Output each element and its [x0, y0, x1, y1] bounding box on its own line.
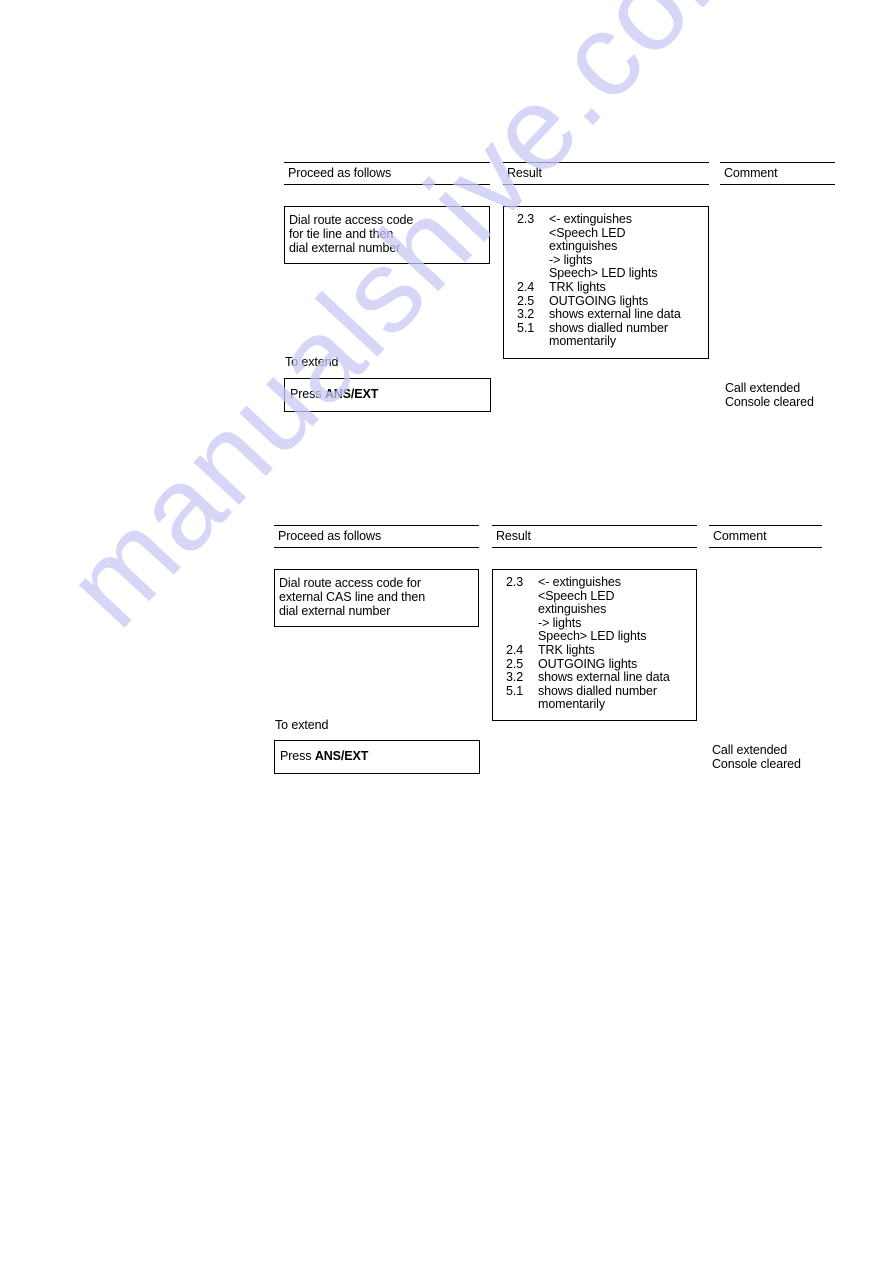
result-text: Speech> LED lights: [549, 266, 658, 281]
result-text: extinguishes: [549, 239, 618, 254]
comment-line: Call extended: [712, 743, 788, 757]
result-row: 2.4 TRK lights: [517, 279, 708, 295]
comment-line: Call extended: [725, 381, 801, 395]
result-text: shows external line data: [538, 670, 670, 685]
column-header-label: Result: [507, 166, 542, 180]
result-row: -> lights: [517, 252, 708, 268]
result-text: shows external line data: [549, 307, 681, 322]
result-row: 2.5 OUTGOING lights: [506, 656, 696, 672]
result-step-number: [517, 240, 549, 254]
column-header-label: Comment: [713, 529, 767, 543]
result-row: 2.5 OUTGOING lights: [517, 293, 708, 309]
result-step-number: [506, 603, 538, 617]
result-row: -> lights: [506, 615, 696, 631]
column-header-proceed: Proceed as follows: [274, 525, 479, 548]
result-step-number: [506, 630, 538, 644]
instruction-box: Dial route access code for tie line and …: [284, 206, 490, 264]
result-text: momentarily: [538, 697, 605, 712]
result-step-number: [517, 267, 549, 281]
result-text: Speech> LED lights: [538, 629, 647, 644]
result-step-number: 2.4: [517, 279, 535, 294]
result-row: extinguishes: [517, 240, 708, 254]
comment-text: Call extended Console cleared: [712, 743, 801, 771]
press-ans-ext-step: Press ANS/EXT: [284, 378, 491, 412]
column-header-label: Proceed as follows: [278, 529, 382, 543]
result-row: 2.3 <- extinguishes: [506, 575, 696, 590]
result-step-number: [506, 617, 538, 631]
instruction-line: dial external number: [289, 241, 401, 255]
result-step-number: 3.2: [517, 307, 535, 322]
result-text: OUTGOING lights: [538, 656, 638, 671]
result-step-number: [517, 335, 549, 349]
instruction-line: for tie line and then: [289, 227, 394, 241]
result-text: momentarily: [549, 334, 616, 349]
instruction-line: dial external number: [279, 604, 391, 618]
result-step-number: 2.3: [506, 575, 524, 589]
result-step-number: 2.5: [506, 656, 524, 671]
result-step-number: 2.4: [506, 642, 524, 657]
result-row: momentarily: [517, 335, 708, 349]
comment-text: Call extended Console cleared: [725, 381, 814, 409]
result-text: TRK lights: [549, 279, 606, 294]
result-row: 2.4 TRK lights: [506, 642, 696, 658]
to-extend-label: To extend: [285, 355, 339, 369]
column-header-label: Result: [496, 529, 531, 543]
column-header-result: Result: [503, 162, 709, 185]
press-prefix: Press: [290, 387, 322, 401]
result-step-number: 5.1: [506, 683, 524, 698]
column-header-label: Proceed as follows: [288, 166, 392, 180]
result-text: -> lights: [538, 615, 582, 630]
result-step-number: 3.2: [506, 670, 524, 685]
result-text: <Speech LED: [538, 588, 615, 603]
result-row: Speech> LED lights: [517, 267, 708, 281]
result-text: extinguishes: [538, 602, 607, 617]
comment-line: Console cleared: [725, 395, 814, 409]
result-step-number: 2.3: [517, 212, 535, 226]
result-row: 3.2 shows external line data: [506, 671, 696, 685]
result-box: 2.3 <- extinguishes <Speech LED extinguishe…: [492, 569, 697, 721]
result-row: 5.1 shows dialled number: [506, 683, 696, 699]
result-text: TRK lights: [538, 642, 595, 657]
result-row: <Speech LED: [506, 588, 696, 604]
result-text: <Speech LED: [549, 225, 626, 240]
instruction-line: external CAS line and then: [279, 590, 426, 604]
result-row: momentarily: [506, 698, 696, 712]
result-step-number: 5.1: [517, 320, 535, 335]
press-ans-ext-step: Press ANS/EXT: [274, 740, 480, 774]
comment-line: Console cleared: [712, 757, 801, 771]
column-header-comment: Comment: [720, 162, 835, 185]
result-step-number: [517, 227, 549, 241]
result-text: shows dialled number: [549, 320, 668, 335]
result-row: 3.2 shows external line data: [517, 308, 708, 322]
result-text: <- extinguishes: [549, 212, 632, 226]
result-step-number: 2.5: [517, 293, 535, 308]
column-header-label: Comment: [724, 166, 778, 180]
instruction-line: Dial route access code for: [279, 576, 421, 590]
result-row: 2.3 <- extinguishes: [517, 212, 708, 227]
result-step-number: [506, 590, 538, 604]
result-step-number: [506, 698, 538, 712]
ans-ext-key-label: ANS/EXT: [324, 387, 379, 401]
result-row: Speech> LED lights: [506, 630, 696, 644]
column-header-comment: Comment: [709, 525, 822, 548]
press-prefix: Press: [280, 749, 312, 763]
result-row: extinguishes: [506, 603, 696, 617]
result-text: <- extinguishes: [538, 575, 621, 589]
result-text: OUTGOING lights: [549, 293, 649, 308]
result-box: 2.3 <- extinguishes <Speech LED extinguishe…: [503, 206, 709, 359]
result-step-number: [517, 254, 549, 268]
result-row: 5.1 shows dialled number: [517, 320, 708, 336]
result-row: <Speech LED: [517, 225, 708, 241]
ans-ext-key-label: ANS/EXT: [314, 749, 369, 763]
column-header-result: Result: [492, 525, 697, 548]
result-text: -> lights: [549, 252, 593, 267]
result-text: shows dialled number: [538, 683, 657, 698]
to-extend-label: To extend: [275, 718, 329, 732]
column-header-proceed: Proceed as follows: [284, 162, 490, 185]
instruction-box: Dial route access code for external CAS …: [274, 569, 479, 627]
instruction-line: Dial route access code: [289, 213, 414, 227]
